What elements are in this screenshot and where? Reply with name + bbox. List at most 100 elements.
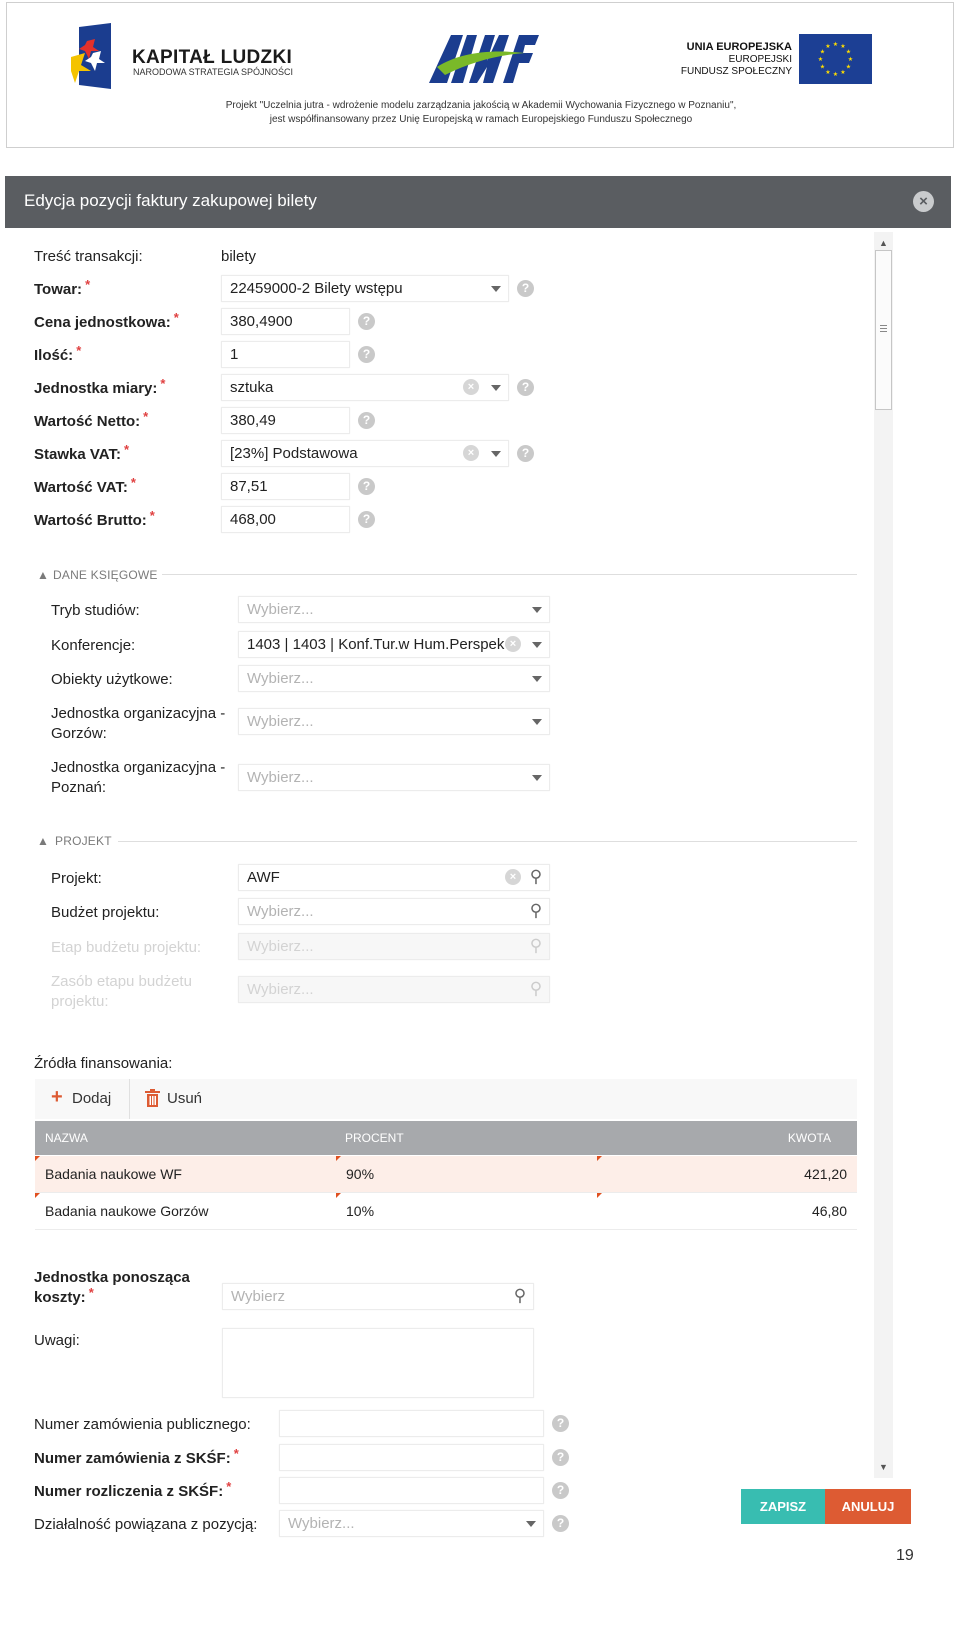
help-icon[interactable]: ?: [517, 445, 534, 462]
table-row[interactable]: Badania naukowe Gorzów 10% 46,80: [35, 1193, 857, 1230]
vat-input[interactable]: 87,51: [221, 473, 350, 500]
help-icon[interactable]: ?: [517, 379, 534, 396]
konferencje-select[interactable]: 1403 | 1403 | Konf.Tur.w Hum.Perspek: [238, 631, 550, 658]
scroll-down-icon[interactable]: ▼: [879, 1462, 888, 1472]
cell-amount[interactable]: 421,20: [804, 1166, 847, 1182]
table-row[interactable]: Badania naukowe WF 90% 421,20: [35, 1156, 857, 1193]
help-icon[interactable]: ?: [552, 1482, 569, 1499]
projekt-input[interactable]: AWF: [238, 864, 550, 891]
vertical-scrollbar[interactable]: ▲ ▼: [874, 232, 893, 1478]
chevron-down-icon[interactable]: [532, 676, 542, 682]
towar-select[interactable]: 22459000-2 Bilety wstępu: [221, 275, 509, 302]
chevron-down-icon[interactable]: [532, 719, 542, 725]
cell-name[interactable]: Badania naukowe Gorzów: [45, 1203, 208, 1219]
brutto-input[interactable]: 468,00: [221, 506, 350, 533]
netto-input[interactable]: 380,49: [221, 407, 350, 434]
required-mark: *: [160, 376, 166, 391]
trash-icon[interactable]: [145, 1089, 160, 1107]
dzialalnosc-select[interactable]: Wybierz...: [279, 1510, 544, 1537]
nr-rozl-input[interactable]: [279, 1477, 544, 1504]
cena-label: Cena jednostkowa: *: [34, 310, 179, 331]
etap-input: Wybierz...: [238, 933, 550, 960]
chevron-down-icon[interactable]: [526, 1521, 536, 1527]
help-icon[interactable]: ?: [517, 280, 534, 297]
cell-name[interactable]: Badania naukowe WF: [45, 1166, 182, 1182]
help-icon[interactable]: ?: [552, 1415, 569, 1432]
budzet-input[interactable]: Wybierz...: [238, 898, 550, 925]
chevron-down-icon[interactable]: [532, 607, 542, 613]
search-icon: ⚲: [529, 936, 543, 955]
cell-percent[interactable]: 10%: [346, 1203, 374, 1219]
help-icon[interactable]: ?: [358, 478, 375, 495]
jo-poznan-select[interactable]: Wybierz...: [238, 764, 550, 791]
column-header-percent[interactable]: PROCENT: [345, 1131, 404, 1145]
dialog-titlebar: Edycja pozycji faktury zakupowej bilety …: [5, 176, 951, 228]
help-icon[interactable]: ?: [358, 346, 375, 363]
cell-percent[interactable]: 90%: [346, 1166, 374, 1182]
obiekty-select[interactable]: Wybierz...: [238, 665, 550, 692]
vat-label: Wartość VAT: *: [34, 475, 136, 496]
cell-amount[interactable]: 46,80: [812, 1203, 847, 1219]
jednostka-label: Jednostka ponosząca koszty: *: [34, 1269, 190, 1306]
nr-zam-skef-input[interactable]: [279, 1444, 544, 1471]
required-mark: *: [76, 343, 82, 358]
search-icon[interactable]: ⚲: [525, 866, 547, 888]
dirty-marker: [336, 1193, 341, 1198]
required-mark: *: [226, 1479, 232, 1494]
chevron-down-icon[interactable]: [491, 286, 501, 292]
uwagi-textarea[interactable]: [222, 1328, 534, 1398]
dirty-marker: [35, 1193, 40, 1198]
chevron-down-icon[interactable]: [532, 775, 542, 781]
brutto-label: Wartość Brutto: *: [34, 508, 155, 529]
svg-text:★: ★: [846, 64, 851, 71]
close-icon[interactable]: ×: [913, 191, 934, 212]
dirty-marker: [336, 1156, 341, 1161]
add-button[interactable]: Dodaj: [72, 1090, 111, 1107]
ilosc-input[interactable]: 1: [221, 341, 350, 368]
help-icon[interactable]: ?: [552, 1515, 569, 1532]
column-header-amount[interactable]: KWOTA: [788, 1131, 831, 1145]
svg-text:★: ★: [833, 71, 838, 78]
section-divider: [118, 841, 857, 842]
save-button[interactable]: ZAPISZ: [741, 1489, 825, 1524]
collapse-icon[interactable]: ▲: [37, 568, 49, 582]
jednostka-input[interactable]: Wybierz: [222, 1283, 534, 1310]
help-icon[interactable]: ?: [358, 412, 375, 429]
plus-icon[interactable]: +: [51, 1087, 63, 1107]
nr-zam-pub-label: Numer zamówienia publicznego:: [34, 1416, 251, 1433]
eu-text-line1: UNIA EUROPEJSKA: [686, 41, 792, 53]
tryb-select[interactable]: Wybierz...: [238, 596, 550, 623]
kapital-ludzki-title: KAPITAŁ LUDZKI: [132, 47, 293, 68]
svg-text:★: ★: [818, 56, 823, 63]
awf-logo: [429, 35, 539, 83]
chevron-down-icon[interactable]: [532, 642, 542, 648]
collapse-icon[interactable]: ▲: [37, 834, 49, 848]
cancel-button[interactable]: ANULUJ: [825, 1489, 911, 1524]
clear-icon[interactable]: ×: [505, 869, 521, 885]
search-icon[interactable]: ⚲: [525, 900, 547, 922]
projekt-label: Projekt:: [51, 870, 102, 887]
search-icon[interactable]: ⚲: [509, 1285, 531, 1307]
clear-icon[interactable]: ×: [463, 379, 479, 395]
accounting-section-title[interactable]: DANE KSIĘGOWE: [53, 568, 158, 582]
help-icon[interactable]: ?: [358, 313, 375, 330]
cena-input[interactable]: 380,4900: [221, 308, 350, 335]
netto-label: Wartość Netto: *: [34, 409, 149, 430]
scroll-up-icon[interactable]: ▲: [879, 238, 888, 248]
remove-button[interactable]: Usuń: [167, 1090, 202, 1107]
scrollbar-thumb[interactable]: [875, 250, 892, 410]
help-icon[interactable]: ?: [552, 1449, 569, 1466]
tryb-label: Tryb studiów:: [51, 602, 140, 619]
required-mark: *: [143, 409, 149, 424]
chevron-down-icon[interactable]: [491, 451, 501, 457]
dialog-title: Edycja pozycji faktury zakupowej bilety: [24, 191, 317, 210]
section-divider: [162, 574, 857, 575]
clear-icon[interactable]: ×: [463, 445, 479, 461]
column-header-name[interactable]: NAZWA: [45, 1131, 88, 1145]
chevron-down-icon[interactable]: [491, 385, 501, 391]
jo-gorzow-select[interactable]: Wybierz...: [238, 708, 550, 735]
clear-icon[interactable]: ×: [505, 636, 521, 652]
nr-zam-pub-input[interactable]: [279, 1410, 544, 1437]
help-icon[interactable]: ?: [358, 511, 375, 528]
project-section-title[interactable]: PROJEKT: [55, 834, 112, 848]
